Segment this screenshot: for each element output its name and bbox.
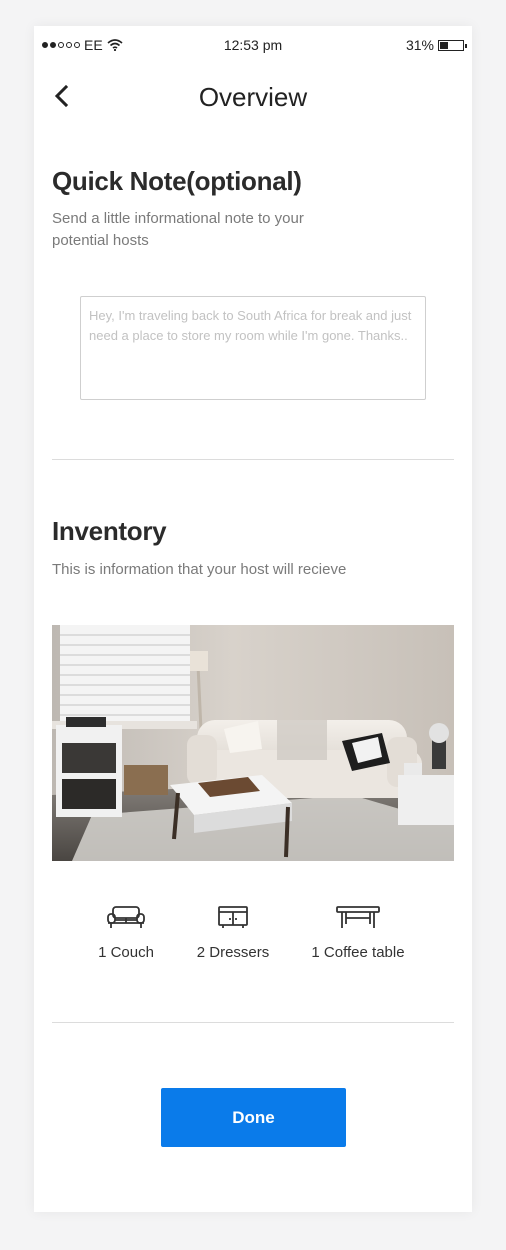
inventory-item-coffee-table: 1 Coffee table	[308, 904, 408, 961]
couch-icon	[107, 906, 145, 928]
living-room-photo	[52, 625, 454, 861]
inventory-item-dressers: 2 Dressers	[192, 904, 274, 961]
page-title: Overview	[198, 82, 308, 112]
nav-bar: Overview	[34, 74, 472, 118]
inventory-item-label: 2 Dressers	[196, 944, 270, 961]
phone-screen: EE 12:53 pm 31% Overview Quick Note(opti…	[34, 26, 472, 1212]
battery-icon	[438, 39, 467, 51]
done-button[interactable]: Done	[161, 1088, 346, 1147]
inventory-description: This is information that your host will …	[52, 561, 347, 578]
inventory-item-label: 1 Coffee table	[311, 944, 405, 961]
section-divider	[52, 459, 454, 460]
battery-percent: 31%	[405, 37, 434, 53]
coffee-table-icon	[336, 906, 380, 928]
inventory-item-couch: 1 Couch	[98, 904, 154, 961]
inventory-item-label: 1 Couch	[98, 944, 154, 961]
quick-note-description: Send a little informational note to your…	[52, 210, 304, 249]
section-divider	[52, 1022, 454, 1023]
quick-note-input[interactable]	[80, 296, 426, 400]
quick-note-heading: Quick Note(optional)	[52, 166, 302, 196]
inventory-heading: Inventory	[52, 516, 167, 546]
dresser-icon	[218, 906, 248, 928]
status-bar: EE 12:53 pm 31%	[34, 26, 472, 68]
status-bar-right: 31%	[405, 37, 467, 53]
